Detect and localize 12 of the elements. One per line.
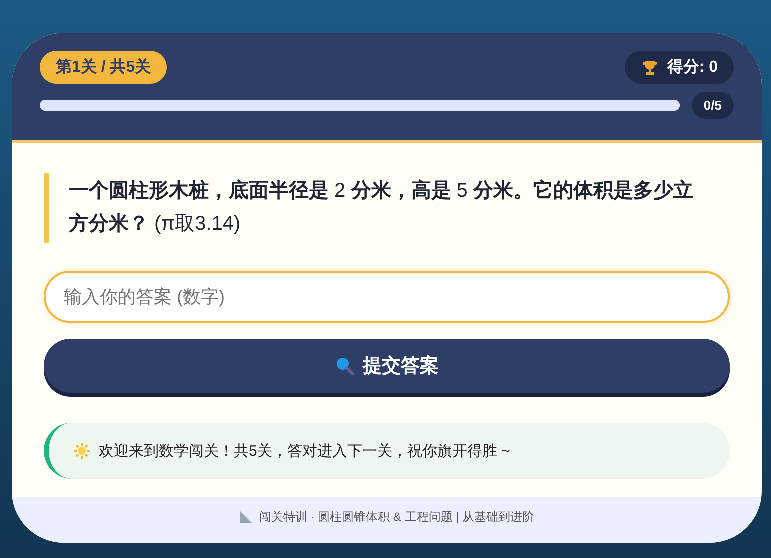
sun-icon xyxy=(73,442,91,460)
answer-field[interactable]: 输入你的答案 (数字) xyxy=(44,271,730,323)
search-icon xyxy=(335,356,355,376)
progress-count: 0/5 xyxy=(692,92,734,119)
ruler-icon xyxy=(239,510,254,524)
level-badge: 第1关 / 共5关 xyxy=(40,51,168,84)
submit-button[interactable]: 提交答案 xyxy=(44,339,730,393)
message-text: 欢迎来到数学闯关！共5关，答对进入下一关，祝你旗开得胜 ~ xyxy=(99,442,510,460)
question-text: 一个圆柱形木桩，底面半径是 2 分米，高是 5 分米。它的体积是多少立方分米？ (π取3.14) xyxy=(44,173,730,243)
footer-text: 闯关特训 · 圆柱圆锥体积 & 工程问题 | 从基础到进阶 xyxy=(259,508,535,526)
trophy-icon xyxy=(641,58,660,76)
score-text: 得分: 0 xyxy=(667,58,718,78)
